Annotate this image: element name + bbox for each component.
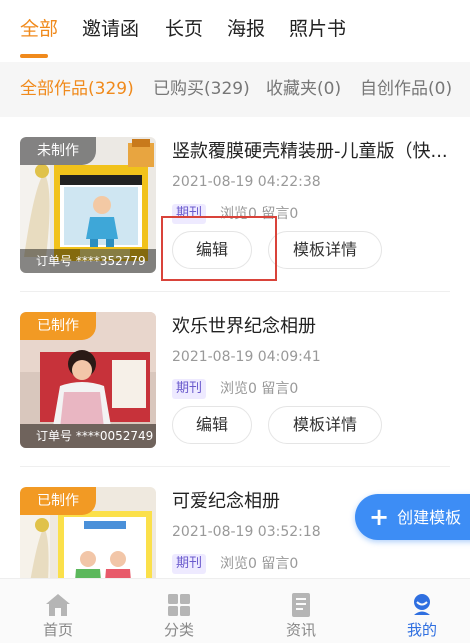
periodical-tag: 期刊	[172, 379, 207, 399]
filter-bar: 全部作品(329) 已购买(329) 收藏夹(0) 自创作品(0)	[0, 62, 470, 117]
work-card[interactable]: 已制作 订单号 ****0052749 欢乐世界纪念相册 2021-08-19 …	[0, 292, 470, 467]
tab-long-page[interactable]: 长页	[165, 16, 203, 42]
periodical-tag: 期刊	[172, 554, 207, 574]
nav-mine-label: 我的	[406, 621, 437, 639]
nav-category[interactable]: 分类	[134, 579, 224, 643]
nav-news[interactable]: 资讯	[256, 579, 346, 643]
create-template-label: 创建模板	[397, 508, 462, 527]
filter-self-created[interactable]: 自创作品(0)	[360, 77, 452, 101]
status-badge: 已制作	[20, 312, 96, 340]
profile-icon	[414, 594, 430, 615]
tab-poster[interactable]: 海报	[227, 16, 265, 42]
work-title[interactable]: 欢乐世界纪念相册	[172, 314, 457, 340]
work-title[interactable]: 竖款覆膜硬壳精装册-儿童版（快...	[172, 139, 457, 165]
plus-icon: +	[369, 503, 390, 531]
news-icon	[292, 593, 310, 617]
work-thumbnail[interactable]: 已制作 订单号 ****0052749	[20, 312, 156, 448]
nav-mine[interactable]: 我的	[377, 579, 467, 643]
status-badge: 已制作	[20, 487, 96, 515]
work-thumbnail[interactable]: 未制作 订单号 ****352779	[20, 137, 156, 273]
work-timestamp: 2021-08-19 04:09:41	[172, 349, 321, 365]
nav-category-label: 分类	[163, 621, 194, 639]
home-icon	[46, 594, 70, 616]
filter-all-works[interactable]: 全部作品(329)	[20, 77, 134, 101]
nav-home-label: 首页	[42, 621, 73, 639]
category-tabs: 全部 邀请函 长页 海报 照片书	[0, 0, 470, 62]
nav-home[interactable]: 首页	[13, 579, 103, 643]
tab-all[interactable]: 全部	[20, 16, 58, 42]
order-number: 订单号 ****0052749	[20, 424, 156, 448]
bottom-nav: 首页 分类 资讯 我的	[0, 578, 470, 643]
template-detail-button[interactable]: 模板详情	[268, 406, 382, 444]
grid-icon	[168, 594, 190, 616]
view-comment-stats: 浏览0 留言0	[220, 556, 299, 572]
highlight-box	[161, 216, 277, 281]
view-comment-stats: 浏览0 留言0	[220, 381, 299, 397]
nav-news-label: 资讯	[285, 621, 316, 639]
tab-photo-book[interactable]: 照片书	[289, 16, 346, 42]
status-badge: 未制作	[20, 137, 96, 165]
active-tab-indicator	[20, 54, 48, 58]
edit-button[interactable]: 编辑	[172, 406, 252, 444]
template-detail-button[interactable]: 模板详情	[268, 231, 382, 269]
work-timestamp: 2021-08-19 03:52:18	[172, 524, 321, 540]
filter-favorites[interactable]: 收藏夹(0)	[266, 77, 341, 101]
filter-purchased[interactable]: 已购买(329)	[153, 77, 250, 101]
create-template-button[interactable]: + 创建模板	[355, 494, 470, 540]
work-timestamp: 2021-08-19 04:22:38	[172, 174, 321, 190]
tab-invitation[interactable]: 邀请函	[82, 16, 139, 42]
order-number: 订单号 ****352779	[20, 249, 156, 273]
